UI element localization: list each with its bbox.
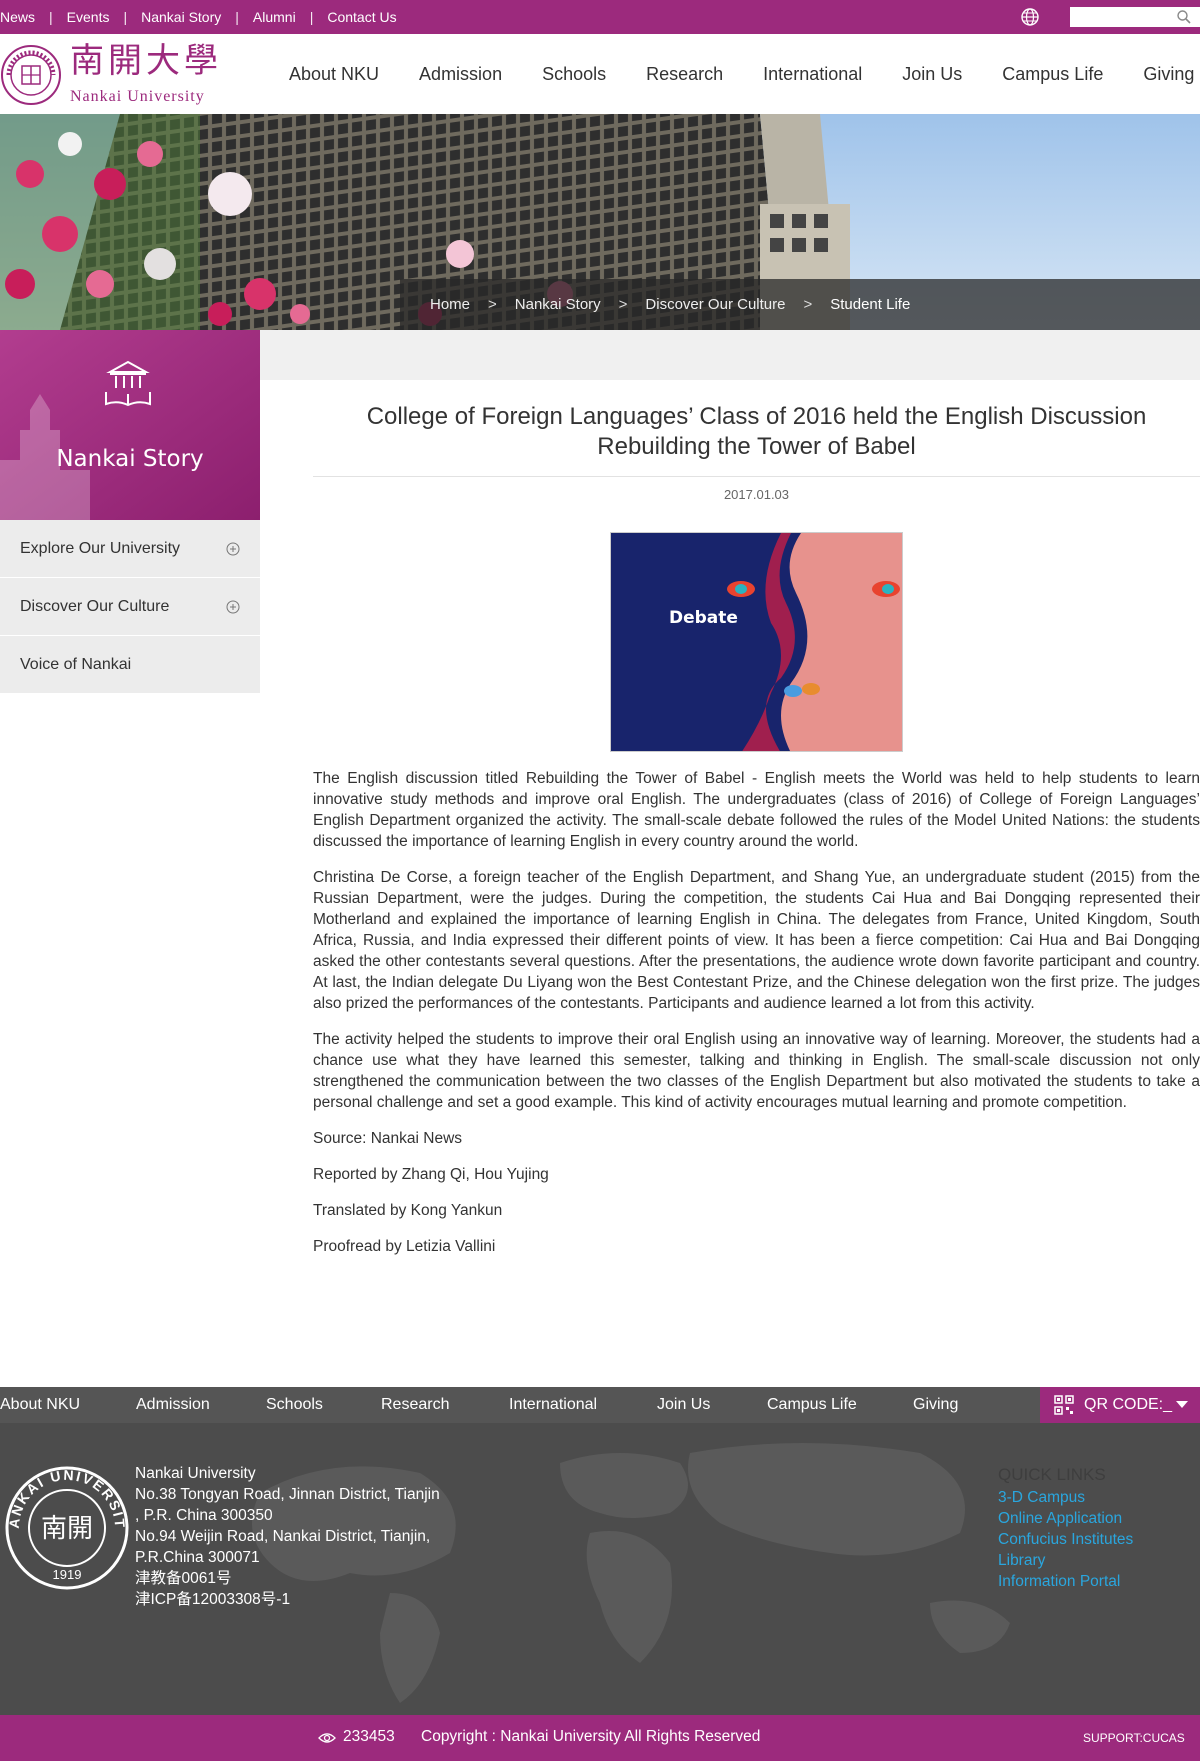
top-link-nankai-story[interactable]: Nankai Story (127, 9, 235, 25)
nav-campus-life[interactable]: Campus Life (1002, 64, 1103, 85)
visit-counter: 233453 (343, 1728, 395, 1745)
logo-english-name: Nankai University (70, 88, 205, 105)
top-link-contact-us[interactable]: Contact Us (313, 9, 410, 25)
nav-join-us[interactable]: Join Us (902, 64, 962, 85)
article: College of Foreign Languages’ Class of 2… (313, 380, 1200, 1272)
search-icon[interactable] (1176, 9, 1192, 25)
breadcrumb-home[interactable]: Home (430, 296, 470, 313)
main-navigation: About NKU Admission Schools Research Int… (289, 34, 1194, 114)
nav-schools[interactable]: Schools (542, 64, 606, 85)
breadcrumb-nankai-story[interactable]: Nankai Story (515, 296, 601, 313)
footer-bottom-bar: 233453 Copyright : Nankai University All… (0, 1715, 1200, 1761)
nav-research[interactable]: Research (646, 64, 723, 85)
address-line: , P.R. China 300350 (135, 1507, 273, 1524)
article-reporters: Reported by Zhang Qi, Hou Yujing (313, 1166, 549, 1183)
copyright-text: Copyright : Nankai University All Rights… (421, 1728, 761, 1745)
sidebar-title: Nankai Story (56, 446, 204, 472)
footer-nav-research[interactable]: Research (381, 1396, 449, 1414)
nav-international[interactable]: International (763, 64, 862, 85)
quick-link-information-portal[interactable]: Information Portal (998, 1571, 1133, 1592)
address-line: 津教备0061号 (135, 1570, 232, 1587)
nav-admission[interactable]: Admission (419, 64, 502, 85)
eye-icon (318, 1733, 336, 1743)
sidebar-item-discover-our-culture[interactable]: Discover Our Culture (0, 578, 260, 636)
address-line: Nankai University (135, 1465, 256, 1482)
seal-year: 1919 (53, 1567, 82, 1582)
article-paragraph: Christina De Corse, a foreign teacher of… (313, 869, 1200, 1012)
hero-banner: Home > Nankai Story > Discover Our Cultu… (0, 114, 1200, 330)
breadcrumb: Home > Nankai Story > Discover Our Cultu… (400, 279, 1200, 330)
sidebar-item-label: Discover Our Culture (20, 597, 170, 615)
seal-center-text: 南開 (41, 1514, 93, 1544)
sidebar-header: Nankai Story (0, 330, 260, 520)
article-title: College of Foreign Languages’ Class of 2… (366, 403, 1147, 460)
quick-link-online-application[interactable]: Online Application (998, 1508, 1133, 1529)
chevron-down-icon (1176, 1401, 1188, 1408)
top-link-alumni[interactable]: Alumni (239, 9, 310, 25)
quick-links-title: QUICK LINKS (998, 1465, 1106, 1484)
nav-about-nku[interactable]: About NKU (289, 64, 379, 85)
sidebar-item-explore-our-university[interactable]: Explore Our University (0, 520, 260, 578)
address-line: No.94 Weijin Road, Nankai District, Tian… (135, 1528, 431, 1545)
top-link-events[interactable]: Events (53, 9, 124, 25)
sidebar-item-label: Voice of Nankai (20, 655, 132, 673)
footer-main: NANKAI UNIVERSITY 南開 1919 Nankai Univers… (0, 1423, 1200, 1715)
article-body: The English discussion titled Rebuilding… (313, 768, 1200, 1257)
quick-links: 3-D Campus Online Application Confucius … (998, 1487, 1133, 1592)
quick-link-3d-campus[interactable]: 3-D Campus (998, 1487, 1133, 1508)
qr-code-label: QR CODE:_ (1084, 1396, 1173, 1413)
sidebar-item-label: Explore Our University (20, 539, 181, 557)
university-seal-logo[interactable] (0, 44, 62, 106)
footer-nav-schools[interactable]: Schools (266, 1396, 323, 1414)
expand-plus-icon[interactable] (226, 600, 240, 614)
footer-nav-international[interactable]: International (509, 1396, 597, 1414)
content-top-band (260, 330, 1200, 380)
article-date: 2017.01.03 (313, 476, 1200, 502)
expand-plus-icon[interactable] (226, 542, 240, 556)
logo-chinese-name: 南開大學 (70, 41, 222, 81)
footer-navigation: About NKU Admission Schools Research Int… (0, 1387, 1200, 1423)
breadcrumb-separator: > (803, 296, 813, 313)
breadcrumb-separator: > (618, 296, 628, 313)
footer-nav-campus-life[interactable]: Campus Life (767, 1396, 857, 1414)
top-utility-bar: News | Events | Nankai Story | Alumni | Cont… (0, 0, 1200, 34)
quick-link-confucius-institutes[interactable]: Confucius Institutes (998, 1529, 1133, 1550)
footer-nav-about-nku[interactable]: About NKU (0, 1396, 80, 1414)
address-line: 津ICP备12003308号-1 (135, 1591, 291, 1608)
quick-link-library[interactable]: Library (998, 1550, 1133, 1571)
debate-illustration: Debate (611, 533, 902, 751)
footer-address: Nankai University No.38 Tongyan Road, Ji… (135, 1463, 440, 1610)
breadcrumb-discover-our-culture[interactable]: Discover Our Culture (645, 296, 785, 313)
nav-giving[interactable]: Giving (1143, 64, 1194, 85)
footer-nav-admission[interactable]: Admission (136, 1396, 210, 1414)
image-caption-text: Debate (669, 608, 738, 628)
top-link-news[interactable]: News (0, 9, 49, 25)
article-paragraph: The activity helped the students to impr… (313, 1031, 1200, 1111)
university-seal-footer: NANKAI UNIVERSITY 南開 1919 (4, 1465, 129, 1590)
article-paragraph: The English discussion titled Rebuilding… (313, 770, 1200, 850)
article-proofreader: Proofread by Letizia Vallini (313, 1238, 496, 1255)
globe-icon[interactable] (1020, 7, 1040, 27)
footer-nav-giving[interactable]: Giving (913, 1396, 958, 1414)
site-header: 南開大學 Nankai University About NKU Admissi… (0, 34, 1200, 114)
top-links: News | Events | Nankai Story | Alumni | Cont… (0, 0, 411, 34)
qr-code-dropdown[interactable]: QR CODE:_ (1040, 1387, 1200, 1423)
address-line: No.38 Tongyan Road, Jinnan District, Tia… (135, 1486, 440, 1503)
address-line: P.R.China 300071 (135, 1549, 260, 1566)
support-credit: SUPPORT:CUCAS (1083, 1731, 1185, 1745)
sidebar-item-voice-of-nankai[interactable]: Voice of Nankai (0, 636, 260, 694)
article-source: Source: Nankai News (313, 1130, 463, 1147)
sidebar-menu: Explore Our University Discover Our Cult… (0, 520, 260, 694)
breadcrumb-separator: > (488, 296, 497, 313)
footer-nav-join-us[interactable]: Join Us (657, 1396, 710, 1414)
article-translator: Translated by Kong Yankun (313, 1202, 503, 1219)
qr-code-icon (1054, 1395, 1074, 1415)
institution-book-icon (105, 360, 151, 407)
article-image: Debate (610, 532, 903, 752)
breadcrumb-current: Student Life (830, 296, 911, 313)
